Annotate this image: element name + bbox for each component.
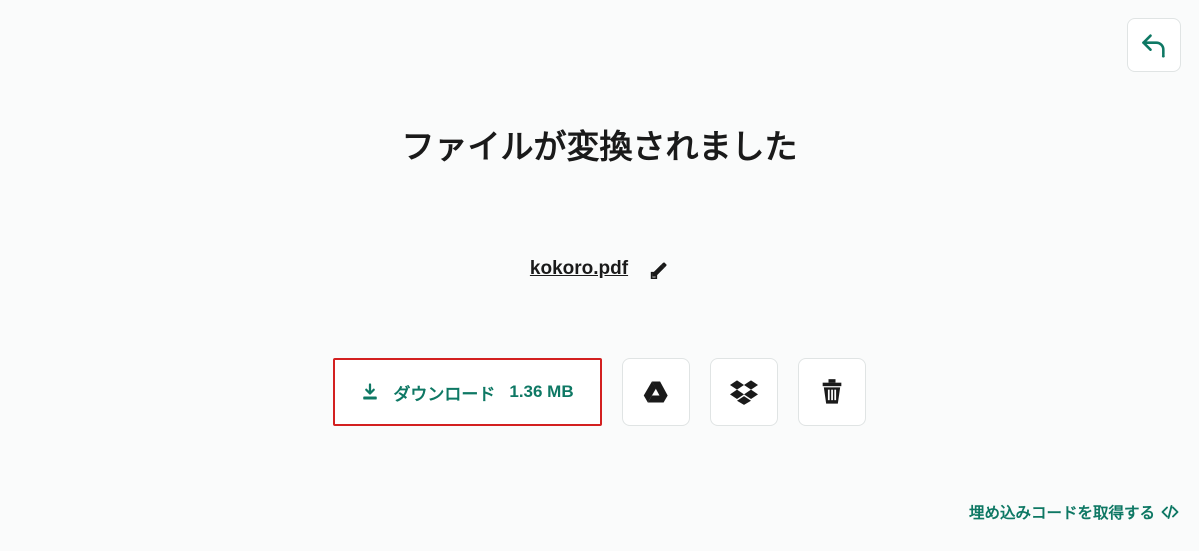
undo-icon bbox=[1140, 31, 1168, 59]
download-size: 1.36 MB bbox=[509, 382, 573, 402]
code-icon bbox=[1161, 503, 1179, 521]
download-label: ダウンロード bbox=[393, 380, 495, 405]
embed-code-link[interactable]: 埋め込みコードを取得する bbox=[969, 501, 1179, 523]
download-icon bbox=[361, 383, 379, 401]
dropbox-button[interactable] bbox=[710, 358, 778, 426]
embed-code-label: 埋め込みコードを取得する bbox=[969, 501, 1155, 523]
filename[interactable]: kokoro.pdf bbox=[530, 258, 628, 280]
delete-button[interactable] bbox=[798, 358, 866, 426]
file-row: kokoro.pdf bbox=[0, 258, 1199, 280]
trash-icon bbox=[818, 378, 846, 406]
download-button[interactable]: ダウンロード 1.36 MB bbox=[333, 358, 601, 426]
edit-filename-button[interactable] bbox=[650, 260, 669, 279]
actions-row: ダウンロード 1.36 MB bbox=[0, 358, 1199, 426]
google-drive-button[interactable] bbox=[622, 358, 690, 426]
google-drive-icon bbox=[642, 378, 670, 406]
edit-icon bbox=[650, 260, 669, 279]
back-button[interactable] bbox=[1127, 18, 1181, 72]
page-title: ファイルが変換されました bbox=[0, 120, 1199, 168]
dropbox-icon bbox=[730, 378, 758, 406]
main-content: ファイルが変換されました kokoro.pdf ダウンロード 1.36 MB bbox=[0, 120, 1199, 426]
